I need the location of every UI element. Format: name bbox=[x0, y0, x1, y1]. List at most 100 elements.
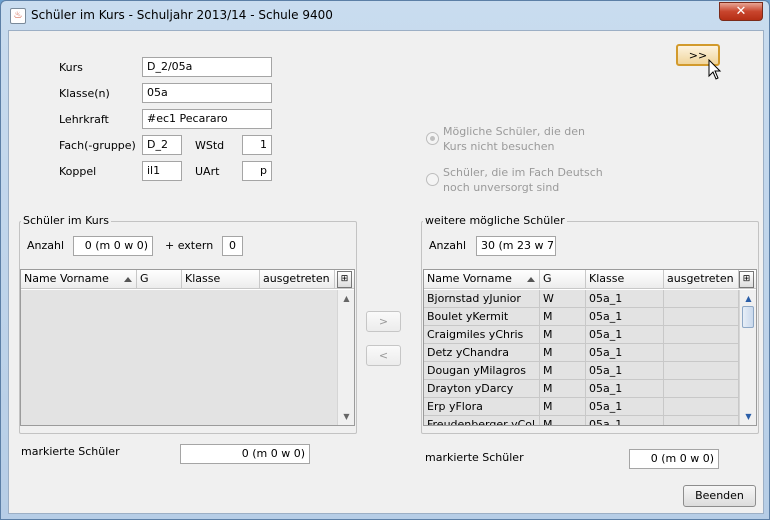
wstd-field[interactable]: 1 bbox=[242, 135, 272, 155]
left-table-body[interactable] bbox=[21, 290, 337, 425]
cell-ausgetreten bbox=[664, 326, 739, 344]
table-row[interactable]: Boulet yKermit M 05a_1 bbox=[424, 308, 739, 326]
column-chooser-icon[interactable]: ⊞ bbox=[337, 271, 352, 288]
cell-g: W bbox=[540, 290, 586, 308]
left-col-klasse[interactable]: Klasse bbox=[182, 270, 260, 289]
uart-label: UArt bbox=[195, 165, 220, 178]
table-row[interactable]: Drayton yDarcy M 05a_1 bbox=[424, 380, 739, 398]
left-students-table: Name Vorname G Klasse ausgetreten ⊞ ▲ ▼ bbox=[20, 269, 355, 426]
java-app-icon: ♨ bbox=[10, 8, 26, 24]
title-bar[interactable]: ♨ Schüler im Kurs - Schuljahr 2013/14 - … bbox=[1, 1, 769, 29]
move-left-button[interactable]: < bbox=[366, 345, 401, 366]
left-table-header: Name Vorname G Klasse ausgetreten ⊞ bbox=[21, 270, 354, 289]
cell-klasse: 05a_1 bbox=[586, 380, 664, 398]
option-label-1-line2: Kurs nicht besuchen bbox=[443, 140, 555, 153]
sort-ascending-icon bbox=[124, 277, 132, 282]
klasse-label: Klasse(n) bbox=[59, 87, 110, 100]
move-right-button[interactable]: > bbox=[366, 311, 401, 332]
column-chooser-icon[interactable]: ⊞ bbox=[739, 271, 754, 288]
cell-name: Drayton yDarcy bbox=[424, 380, 540, 398]
table-row[interactable]: Bjornstad yJunior W 05a_1 bbox=[424, 290, 739, 308]
left-col-g[interactable]: G bbox=[137, 270, 182, 289]
lehrkraft-field[interactable]: #ec1 Pecararo bbox=[142, 109, 272, 129]
cell-ausgetreten bbox=[664, 416, 739, 425]
cell-g: M bbox=[540, 308, 586, 326]
extern-field: 0 bbox=[222, 236, 243, 256]
right-anzahl-field: 30 (m 23 w 7) bbox=[476, 236, 556, 256]
right-col-g[interactable]: G bbox=[540, 270, 586, 289]
cell-klasse: 05a_1 bbox=[586, 344, 664, 362]
cell-klasse: 05a_1 bbox=[586, 308, 664, 326]
cell-ausgetreten bbox=[664, 344, 739, 362]
uart-field[interactable]: p bbox=[242, 161, 272, 181]
radio-selected-dot bbox=[430, 136, 435, 141]
cell-ausgetreten bbox=[664, 308, 739, 326]
right-col-name[interactable]: Name Vorname bbox=[424, 270, 540, 289]
fach-label: Fach(-gruppe) bbox=[59, 139, 136, 152]
right-table-body[interactable]: Bjornstad yJunior W 05a_1 Boulet yKermit M 05… bbox=[424, 290, 739, 425]
right-table-scrollbar[interactable]: ▲ ▼ bbox=[739, 290, 756, 425]
right-col-klasse[interactable]: Klasse bbox=[586, 270, 664, 289]
right-marked-label: markierte Schüler bbox=[425, 451, 524, 464]
scroll-up-icon[interactable]: ▲ bbox=[340, 292, 353, 305]
right-marked-field: 0 (m 0 w 0) bbox=[629, 449, 719, 469]
koppel-field[interactable]: il1 bbox=[142, 161, 182, 181]
left-table-scrollbar[interactable]: ▲ ▼ bbox=[337, 290, 354, 425]
mouse-pointer-icon bbox=[708, 59, 722, 80]
right-table-header: Name Vorname G Klasse ausgetreten ⊞ bbox=[424, 270, 756, 289]
cell-name: Erp yFlora bbox=[424, 398, 540, 416]
option-label-2-line2: noch unversorgt sind bbox=[443, 181, 560, 194]
left-marked-label: markierte Schüler bbox=[21, 445, 120, 458]
right-students-table: Name Vorname G Klasse ausgetreten ⊞ Bjor… bbox=[423, 269, 757, 426]
left-col-name[interactable]: Name Vorname bbox=[21, 270, 137, 289]
left-col-name-label: Name Vorname bbox=[24, 272, 109, 285]
cell-g: M bbox=[540, 326, 586, 344]
cell-ausgetreten bbox=[664, 362, 739, 380]
option-radio-2[interactable] bbox=[426, 173, 439, 186]
cell-name: Detz yChandra bbox=[424, 344, 540, 362]
scroll-down-icon[interactable]: ▼ bbox=[742, 410, 755, 423]
right-col-ausgetreten[interactable]: ausgetreten bbox=[664, 270, 739, 289]
lehrkraft-label: Lehrkraft bbox=[59, 113, 109, 126]
table-row[interactable]: Erp yFlora M 05a_1 bbox=[424, 398, 739, 416]
fach-field[interactable]: D_2 bbox=[142, 135, 182, 155]
table-row[interactable]: Dougan yMilagros M 05a_1 bbox=[424, 362, 739, 380]
sort-ascending-icon bbox=[527, 277, 535, 282]
scroll-up-icon[interactable]: ▲ bbox=[742, 292, 755, 305]
window-title: Schüler im Kurs - Schuljahr 2013/14 - Sc… bbox=[31, 8, 333, 22]
dialog-content: Kurs D_2/05a Klasse(n) 05a Lehrkraft #ec… bbox=[8, 30, 764, 514]
kurs-field[interactable]: D_2/05a bbox=[142, 57, 272, 77]
option-radio-1[interactable] bbox=[426, 132, 439, 145]
left-col-ausgetreten[interactable]: ausgetreten bbox=[260, 270, 335, 289]
klasse-field[interactable]: 05a bbox=[142, 83, 272, 103]
cell-ausgetreten bbox=[664, 290, 739, 308]
kurs-label: Kurs bbox=[59, 61, 83, 74]
dialog-window: ♨ Schüler im Kurs - Schuljahr 2013/14 - … bbox=[0, 0, 770, 520]
cell-name: Boulet yKermit bbox=[424, 308, 540, 326]
scroll-down-icon[interactable]: ▼ bbox=[340, 410, 353, 423]
option-label-2-line1: Schüler, die im Fach Deutsch bbox=[443, 166, 603, 179]
close-window-button[interactable]: ✕ bbox=[719, 2, 763, 21]
table-row[interactable]: Freudenberger yCol M 05a_1 bbox=[424, 416, 739, 425]
table-row[interactable]: Detz yChandra M 05a_1 bbox=[424, 344, 739, 362]
cell-g: M bbox=[540, 380, 586, 398]
right-anzahl-label: Anzahl bbox=[429, 239, 467, 252]
cell-g: M bbox=[540, 398, 586, 416]
cell-name: Dougan yMilagros bbox=[424, 362, 540, 380]
scroll-thumb[interactable] bbox=[742, 306, 754, 328]
close-icon: ✕ bbox=[735, 4, 747, 19]
extern-label: + extern bbox=[165, 239, 214, 252]
table-row[interactable]: Craigmiles yChris M 05a_1 bbox=[424, 326, 739, 344]
option-label-1: Mögliche Schüler, die den Kurs nicht bes… bbox=[443, 124, 585, 154]
left-anzahl-field: 0 (m 0 w 0) bbox=[73, 236, 153, 256]
wstd-label: WStd bbox=[195, 139, 225, 152]
left-marked-field: 0 (m 0 w 0) bbox=[180, 444, 310, 464]
cell-name: Freudenberger yCol bbox=[424, 416, 540, 425]
cell-klasse: 05a_1 bbox=[586, 326, 664, 344]
cell-name: Craigmiles yChris bbox=[424, 326, 540, 344]
possible-students-title: weitere mögliche Schüler bbox=[423, 214, 567, 227]
students-in-course-title: Schüler im Kurs bbox=[21, 214, 111, 227]
close-button[interactable]: Beenden bbox=[683, 485, 756, 507]
option-label-1-line1: Mögliche Schüler, die den bbox=[443, 125, 585, 138]
right-col-name-label: Name Vorname bbox=[427, 272, 512, 285]
